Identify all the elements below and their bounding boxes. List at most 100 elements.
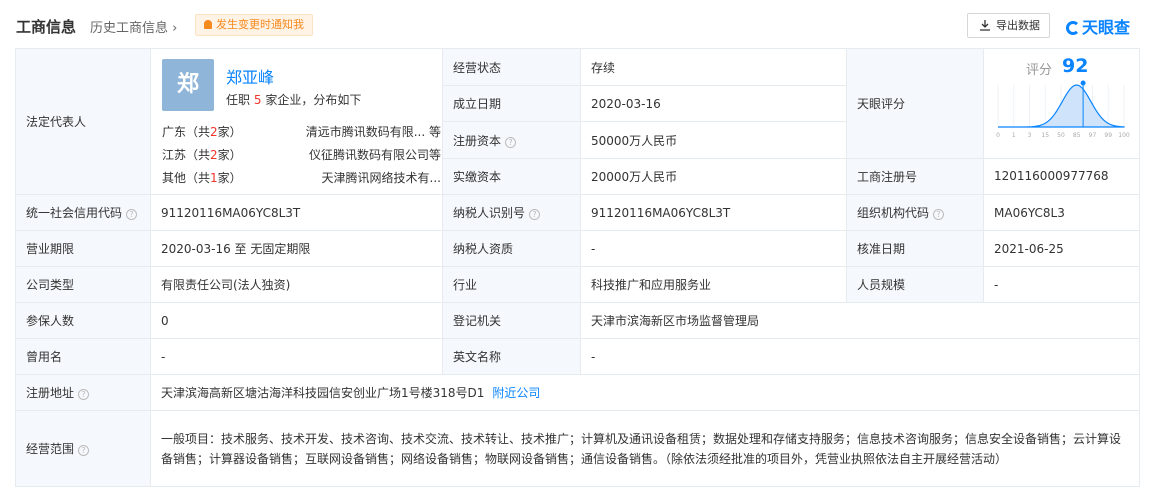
summary-count: 5 bbox=[253, 93, 262, 107]
status-label: 经营状态 bbox=[442, 47, 581, 87]
credit-code-value: 91120116MA06YC8L3T bbox=[150, 194, 443, 231]
eye-icon bbox=[1066, 21, 1080, 35]
region-prefix: 广东（共 bbox=[162, 125, 211, 139]
help-icon[interactable]: ? bbox=[126, 209, 138, 220]
score-value: 92 bbox=[1062, 55, 1089, 78]
org-code-label-cell: 组织机构代码? bbox=[846, 194, 984, 231]
scale-tick-label: 100 bbox=[1118, 132, 1130, 139]
scale-tick-label: 15 bbox=[1041, 132, 1049, 139]
notify-button[interactable]: 发生变更时通知我 bbox=[195, 14, 313, 36]
score-marker-dot bbox=[1080, 80, 1086, 86]
export-label: 导出数据 bbox=[996, 19, 1040, 32]
scope-label: 经营范围 bbox=[26, 442, 75, 456]
score-cell: 评分 92 0 1 3 15 50 85 97 99 100 bbox=[983, 48, 1140, 159]
history-link-label: 历史工商信息 bbox=[90, 21, 169, 36]
authority-label: 登记机关 bbox=[442, 302, 581, 339]
staff-size-label: 人员规模 bbox=[846, 266, 984, 303]
scale-labels: 0 1 3 15 50 85 97 99 100 bbox=[996, 132, 1130, 139]
authority-value: 天津市滨海新区市场监督管理局 bbox=[580, 302, 1140, 339]
legal-rep-name[interactable]: 郑亚峰 bbox=[226, 64, 274, 88]
legal-rep-summary: 任职 5 家企业，分布如下 bbox=[226, 91, 361, 108]
insured-label: 参保人数 bbox=[15, 302, 151, 339]
credit-code-label-cell: 统一社会信用代码? bbox=[15, 194, 151, 231]
region-company-link[interactable]: 仪征腾讯数码有限公司等 bbox=[286, 146, 441, 163]
region-count: 1 bbox=[210, 171, 218, 185]
summary-suffix: 家企业，分布如下 bbox=[265, 93, 362, 107]
score-label: 评分 bbox=[1026, 63, 1053, 79]
former-name-label: 曾用名 bbox=[15, 338, 151, 375]
address-value: 天津滨海高新区塘沽海洋科技园信安创业广场1号楼318号D1 bbox=[161, 386, 485, 400]
region-suffix: 家） bbox=[217, 148, 242, 162]
summary-prefix: 任职 bbox=[226, 93, 251, 107]
reg-no-value: 120116000977768 bbox=[983, 157, 1140, 196]
founded-label: 成立日期 bbox=[442, 85, 581, 123]
region-count: 2 bbox=[210, 148, 218, 162]
english-name-label: 英文名称 bbox=[442, 338, 581, 375]
scale-tick-label: 0 bbox=[996, 132, 1000, 139]
tax-qual-value: - bbox=[580, 230, 847, 267]
page-title: 工商信息 bbox=[16, 18, 77, 36]
insured-value: 0 bbox=[150, 302, 443, 339]
export-button[interactable]: 导出数据 bbox=[967, 13, 1050, 38]
score-distribution-chart: 0 1 3 15 50 85 97 99 100 bbox=[996, 80, 1130, 139]
region-company-link[interactable]: 清远市腾讯数码有限... 等 bbox=[286, 123, 441, 140]
region-prefix: 江苏（共 bbox=[162, 148, 211, 162]
chevron-right-icon: › bbox=[172, 21, 178, 36]
scale-tick-label: 1 bbox=[1012, 132, 1016, 139]
region-suffix: 家） bbox=[217, 171, 242, 185]
founded-value: 2020-03-16 bbox=[580, 85, 847, 123]
notify-label: 发生变更时通知我 bbox=[216, 18, 304, 31]
term-label: 营业期限 bbox=[15, 230, 151, 267]
region-prefix: 其他（共 bbox=[162, 171, 211, 185]
scale-tick-label: 85 bbox=[1073, 132, 1081, 139]
scope-label-cell: 经营范围? bbox=[15, 410, 151, 487]
status-value: 存续 bbox=[580, 47, 847, 87]
reg-capital-label-cell: 注册资本? bbox=[442, 121, 581, 159]
tax-id-label-cell: 纳税人识别号? bbox=[442, 194, 581, 231]
scale-tick-label: 97 bbox=[1089, 132, 1097, 139]
tax-id-label: 纳税人识别号 bbox=[453, 206, 526, 220]
english-name-value: - bbox=[580, 338, 1140, 375]
region-other: 其他（共1家） bbox=[162, 169, 242, 186]
former-name-value: - bbox=[150, 338, 443, 375]
header-bar: 工商信息 历史工商信息 › 发生变更时通知我 导出数据 天眼查 bbox=[0, 0, 1149, 46]
address-cell: 天津滨海高新区塘沽海洋科技园信安创业广场1号楼318号D1 附近公司 bbox=[150, 374, 1140, 411]
scale-tick-label: 99 bbox=[1104, 132, 1112, 139]
paid-capital-label: 实缴资本 bbox=[442, 157, 581, 196]
scale-tick-label: 50 bbox=[1057, 132, 1065, 139]
bell-icon bbox=[204, 20, 212, 29]
help-icon[interactable]: ? bbox=[505, 136, 517, 148]
address-label: 注册地址 bbox=[26, 386, 75, 400]
brand-logo: 天眼查 bbox=[1066, 14, 1130, 38]
paid-capital-value: 20000万人民币 bbox=[580, 157, 847, 196]
company-type-value: 有限责任公司(法人独资) bbox=[150, 266, 443, 303]
tax-qual-label: 纳税人资质 bbox=[442, 230, 581, 267]
org-code-value: MA06YC8L3 bbox=[983, 194, 1140, 231]
history-link[interactable]: 历史工商信息 › bbox=[90, 17, 177, 36]
brand-text: 天眼查 bbox=[1082, 18, 1131, 37]
reg-capital-label: 注册资本 bbox=[453, 133, 502, 148]
tax-id-value: 91120116MA06YC8L3T bbox=[580, 194, 847, 231]
region-company-link[interactable]: 天津腾讯网络技术有... bbox=[286, 169, 441, 186]
scale-tick-label: 3 bbox=[1028, 132, 1032, 139]
org-code-label: 组织机构代码 bbox=[857, 206, 930, 220]
help-icon[interactable]: ? bbox=[78, 389, 90, 400]
reg-capital-value: 50000万人民币 bbox=[580, 121, 847, 159]
region-jiangsu: 江苏（共2家） bbox=[162, 146, 242, 163]
region-count: 2 bbox=[210, 125, 218, 139]
approve-date-label: 核准日期 bbox=[846, 230, 984, 267]
approve-date-value: 2021-06-25 bbox=[983, 230, 1140, 267]
staff-size-value: - bbox=[983, 266, 1140, 303]
scope-value: 一般项目：技术服务、技术开发、技术咨询、技术交流、技术转让、技术推广；计算机及通… bbox=[150, 410, 1140, 487]
credit-code-label: 统一社会信用代码 bbox=[26, 206, 123, 220]
region-guangdong: 广东（共2家） bbox=[162, 123, 242, 140]
industry-value: 科技推广和应用服务业 bbox=[580, 266, 847, 303]
help-icon[interactable]: ? bbox=[78, 445, 90, 456]
nearby-companies-link[interactable]: 附近公司 bbox=[492, 386, 540, 400]
help-icon[interactable]: ? bbox=[529, 209, 541, 220]
business-info-table: 法定代表人 郑 郑亚峰 任职 5 家企业，分布如下 广东（共2家） 清远市腾讯数… bbox=[15, 47, 1140, 487]
term-value: 2020-03-16 至 无固定期限 bbox=[150, 230, 443, 267]
company-type-label: 公司类型 bbox=[15, 266, 151, 303]
help-icon[interactable]: ? bbox=[933, 209, 945, 220]
region-suffix: 家） bbox=[217, 125, 242, 139]
